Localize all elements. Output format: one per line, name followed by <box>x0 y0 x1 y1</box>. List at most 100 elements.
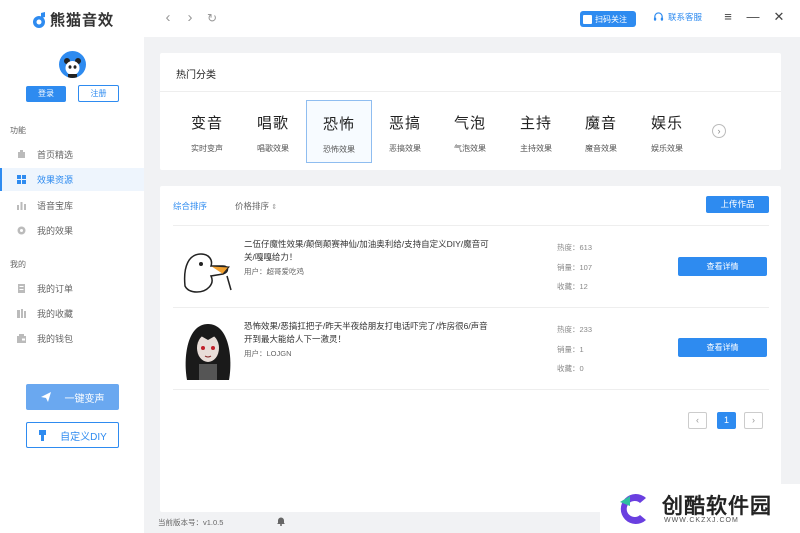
sidebar-item-my-effects[interactable]: 我的效果 <box>0 219 144 242</box>
category-name: 主持 <box>519 115 552 132</box>
sidebar-item-home[interactable]: 首页精选 <box>0 143 144 166</box>
effect-thumbnail <box>179 236 237 298</box>
bar-chart-icon <box>17 202 26 210</box>
music-note-icon <box>33 11 45 28</box>
category-sub: 实时变声 <box>191 144 223 153</box>
group-label-mine: 我的 <box>10 260 26 269</box>
sidebar-item-label: 我的订单 <box>37 284 74 294</box>
category-item[interactable]: 主持 主持效果 <box>503 100 569 163</box>
favorites-stat: 收藏：12 <box>557 282 588 291</box>
usb-icon <box>39 429 47 441</box>
watermark-name: 创酷软件园 <box>662 495 772 518</box>
sidebar-item-label: 效果资源 <box>37 175 74 185</box>
sort-price[interactable]: 价格排序 ⇕ <box>235 200 277 212</box>
prev-page-button[interactable]: ‹ <box>688 412 707 429</box>
next-page-button[interactable]: › <box>744 412 763 429</box>
sidebar: 登录 注册 功能 首页精选 效果资源 语音宝库 我的效果 我的 我的订单 我的收… <box>0 37 144 533</box>
sidebar-item-orders[interactable]: 我的订单 <box>0 277 144 300</box>
watermark-logo-icon <box>620 494 646 524</box>
register-button[interactable]: 注册 <box>78 85 119 102</box>
list-item[interactable]: 恐怖效果/恶搞扛把子/昨天半夜给朋友打电话吓完了/炸房很6/声音开到最大能给人下… <box>173 308 769 390</box>
follow-button[interactable]: 扫码关注 <box>580 11 636 27</box>
category-item[interactable]: 娱乐 娱乐效果 <box>634 100 700 163</box>
custom-diy-button[interactable]: 自定义DIY <box>26 422 119 448</box>
voice-change-label: 一键变声 <box>64 393 105 405</box>
title-bar: 熊猫音效 ‹ › ↻ 扫码关注 联系客服 ≡ — ✕ <box>0 0 800 37</box>
voice-change-button[interactable]: 一键变声 <box>26 384 119 410</box>
upload-button[interactable]: 上传作品 <box>706 196 769 213</box>
category-item[interactable]: 唱歌 唱歌效果 <box>240 100 306 163</box>
circle-icon <box>17 226 26 235</box>
sidebar-item-wallet[interactable]: 我的钱包 <box>0 327 144 350</box>
sidebar-item-label: 我的效果 <box>37 226 74 236</box>
view-detail-button[interactable]: 查看详情 <box>678 338 767 357</box>
sort-price-label: 价格排序 <box>235 201 270 211</box>
bell-icon[interactable] <box>276 516 286 526</box>
category-item[interactable]: 魔音 魔音效果 <box>568 100 634 163</box>
effect-thumbnail <box>179 318 237 380</box>
close-icon[interactable]: ✕ <box>772 9 786 25</box>
menu-icon[interactable]: ≡ <box>721 9 735 25</box>
category-sub: 娱乐效果 <box>651 144 683 153</box>
category-name: 魔音 <box>584 115 617 132</box>
home-icon <box>18 150 25 158</box>
effect-title: 恐怖效果/恶搞扛把子/昨天半夜给朋友打电话吓完了/炸房很6/声音开到最大能给人下… <box>244 321 488 344</box>
follow-label: 扫码关注 <box>595 14 627 24</box>
effect-user: 用户：LOJGN <box>244 349 292 358</box>
list-item[interactable]: 二伍仔魔性效果/颠倒颠赛神仙/加油奥利给/支持自定义DIY/魔音可关/嘎嘎给力！… <box>173 226 769 308</box>
sales-stat: 销量：107 <box>557 263 593 272</box>
category-sub: 恐怖效果 <box>323 145 355 154</box>
sidebar-item-label: 语音宝库 <box>37 201 74 211</box>
category-item[interactable]: 恶搞 恶搞效果 <box>372 100 438 163</box>
service-label: 联系客服 <box>668 12 703 22</box>
category-sub: 气泡效果 <box>454 144 486 153</box>
watermark-url: WWW.CKZXJ.COM <box>664 517 739 524</box>
category-item-active[interactable]: 恐怖 恐怖效果 <box>306 100 372 163</box>
refresh-icon[interactable]: ↻ <box>204 9 220 27</box>
avatar[interactable] <box>59 51 86 78</box>
category-item[interactable]: 气泡 气泡效果 <box>437 100 503 163</box>
category-sub: 恶搞效果 <box>389 144 421 153</box>
effects-list-card: 综合排序 价格排序 ⇕ 上传作品 二伍仔魔性效果/颠倒颠赛神仙/加油奥利给/支持… <box>160 186 781 512</box>
heat-stat: 热度：613 <box>557 243 593 252</box>
customer-service-button[interactable]: 联系客服 <box>653 11 702 23</box>
heat-stat: 热度：233 <box>557 325 593 334</box>
collect-icon <box>17 309 26 318</box>
version-text: 当前版本号：v1.0.5 <box>158 518 224 527</box>
custom-diy-label: 自定义DIY <box>60 431 107 443</box>
sidebar-item-voice-library[interactable]: 语音宝库 <box>0 194 144 217</box>
sidebar-item-favorites[interactable]: 我的收藏 <box>0 302 144 325</box>
hot-categories-title: 热门分类 <box>176 70 216 81</box>
app-title: 熊猫音效 <box>50 12 115 29</box>
favorites-stat: 收藏：0 <box>557 364 584 373</box>
category-item[interactable]: 变音 实时变声 <box>174 100 240 163</box>
group-label-function: 功能 <box>10 126 26 135</box>
sales-stat: 销量：1 <box>557 345 584 354</box>
sidebar-item-label: 我的钱包 <box>37 334 74 344</box>
headset-icon <box>653 11 664 21</box>
category-name: 恐怖 <box>322 116 355 133</box>
login-button[interactable]: 登录 <box>26 86 66 102</box>
chevron-right-icon[interactable]: › <box>712 124 726 138</box>
category-name: 娱乐 <box>650 115 683 132</box>
qr-code-icon <box>583 14 592 24</box>
category-sub: 魔音效果 <box>585 144 617 153</box>
sidebar-item-label: 首页精选 <box>37 150 74 160</box>
forward-icon[interactable]: › <box>182 9 198 27</box>
category-name: 恶搞 <box>388 115 421 132</box>
sidebar-item-effects[interactable]: 效果资源 <box>0 168 144 191</box>
category-name: 唱歌 <box>256 115 289 132</box>
back-icon[interactable]: ‹ <box>160 9 176 27</box>
send-icon <box>40 392 51 402</box>
sort-comprehensive[interactable]: 综合排序 <box>173 200 207 212</box>
goose-image <box>183 253 232 293</box>
divider <box>160 91 781 92</box>
order-icon <box>18 284 25 293</box>
wallet-icon <box>17 334 26 343</box>
view-detail-button[interactable]: 查看详情 <box>678 257 767 276</box>
page-number-current[interactable]: 1 <box>717 412 736 429</box>
divider <box>173 389 769 390</box>
category-name: 气泡 <box>453 115 486 132</box>
sidebar-item-label: 我的收藏 <box>37 309 74 319</box>
minimize-icon[interactable]: — <box>746 9 760 25</box>
